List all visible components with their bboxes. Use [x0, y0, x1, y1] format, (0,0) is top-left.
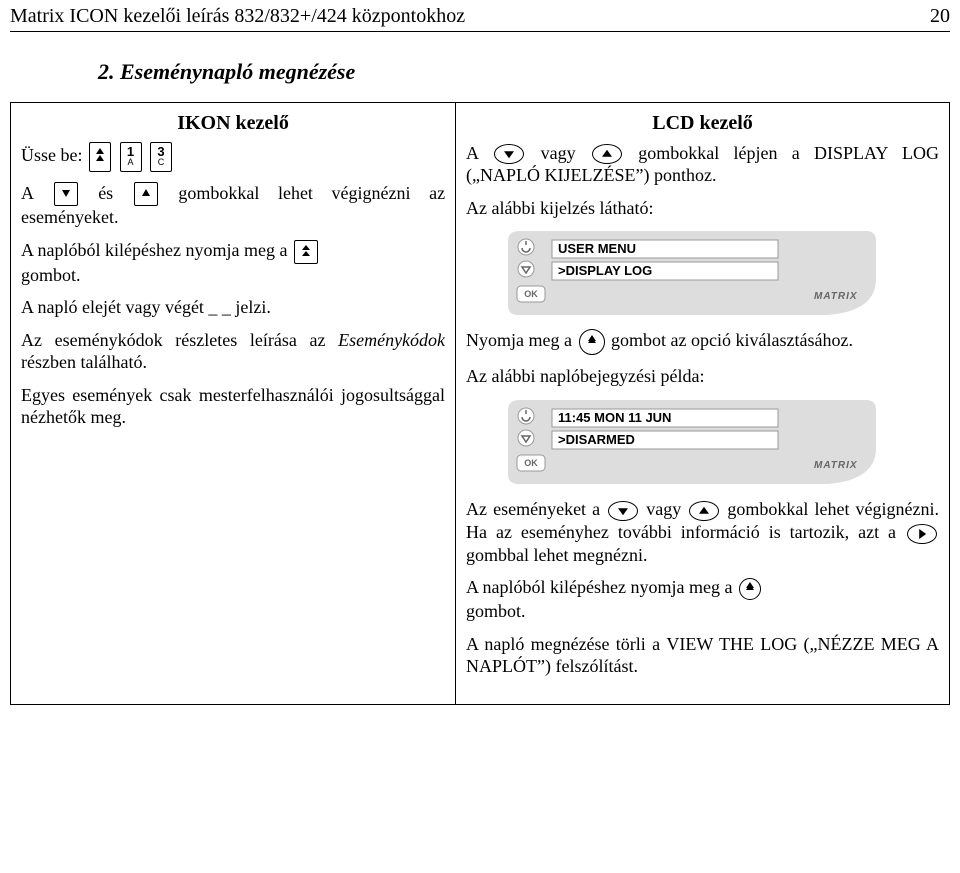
right-line-2: Az alábbi kijelzés látható:: [466, 197, 939, 220]
col-ikon-title: IKON kezelő: [21, 111, 445, 136]
oval-up-icon-2: [689, 501, 719, 521]
circle-double-up-icon-2: [739, 578, 761, 600]
oval-up-icon: [592, 144, 622, 164]
header-title: Matrix ICON kezelői leírás 832/832+/424 …: [10, 4, 465, 29]
column-ikon: IKON kezelő Üsse be: 1 A 3 C: [11, 103, 456, 704]
oval-down-icon: [494, 144, 524, 164]
right-line-7: A napló megnézése törli a VIEW THE LOG (…: [466, 633, 939, 678]
svg-text:OK: OK: [524, 289, 538, 299]
oval-right-icon: [907, 524, 937, 544]
right-line-1: A vagy gombokkal lépjen a DISPLAY LOG (N…: [466, 142, 939, 187]
columns: IKON kezelő Üsse be: 1 A 3 C: [10, 102, 950, 705]
page: Matrix ICON kezelői leírás 832/832+/424 …: [0, 0, 960, 715]
left-line-5: Az eseménykódok részletes leírása az Ese…: [21, 329, 445, 374]
lcd-brand-2: MATRIX: [814, 460, 858, 471]
svg-text:OK: OK: [524, 458, 538, 468]
left-line-2: A és gombokkal lehet végignézni az esemé…: [21, 182, 445, 229]
key-3c: 3 C: [150, 142, 172, 172]
column-lcd: LCD kezelő A vagy gombokkal lépjen a DIS…: [456, 103, 949, 704]
right-line-3: Nyomja meg a gombot az opció kiválasz­tá…: [466, 329, 939, 355]
left-line-4: A napló elejét vagy végét _ _ jelzi.: [21, 296, 445, 319]
oval-down-icon-2: [608, 501, 638, 521]
lcd-brand-1: MATRIX: [814, 291, 858, 302]
key-up: [134, 182, 158, 206]
section-title: 2. Eseménynapló megnézése: [98, 58, 950, 86]
page-header: Matrix ICON kezelői leírás 832/832+/424 …: [10, 4, 950, 32]
key-1a: 1 A: [120, 142, 142, 172]
key-double-up-b: [294, 240, 318, 264]
lcd1-line2: >DISPLAY LOG: [558, 263, 652, 278]
right-line-6: A naplóból kilépéshez nyomja meg a gombo…: [466, 576, 939, 622]
header-page: 20: [930, 4, 950, 29]
right-line-5: Az eseményeket a vagy gombokkal lehet vé…: [466, 498, 939, 566]
col-lcd-title: LCD kezelő: [466, 111, 939, 136]
lcd-panel-2: OK 11:45 MON 11 JUN >DISARMED MATRIX: [498, 398, 878, 488]
right-line-4: Az alábbi naplóbejegyzési példa:: [466, 365, 939, 388]
left-line-1: Üsse be: 1 A 3 C: [21, 142, 445, 172]
lcd1-line1: USER MENU: [558, 241, 636, 256]
key-double-up-a: [89, 142, 111, 172]
lcd2-line1: 11:45 MON 11 JUN: [558, 410, 671, 425]
lcd-panel-1: OK USER MENU >DISPLAY LOG MATRIX: [498, 229, 878, 319]
circle-double-up-icon: [579, 329, 605, 355]
lcd2-line2: >DISARMED: [558, 432, 635, 447]
key-down: [54, 182, 78, 206]
left-line-3: A naplóból kilépéshez nyomja meg a gombo…: [21, 239, 445, 286]
left-line-6: Egyes események csak mesterfelhasználói …: [21, 384, 445, 429]
